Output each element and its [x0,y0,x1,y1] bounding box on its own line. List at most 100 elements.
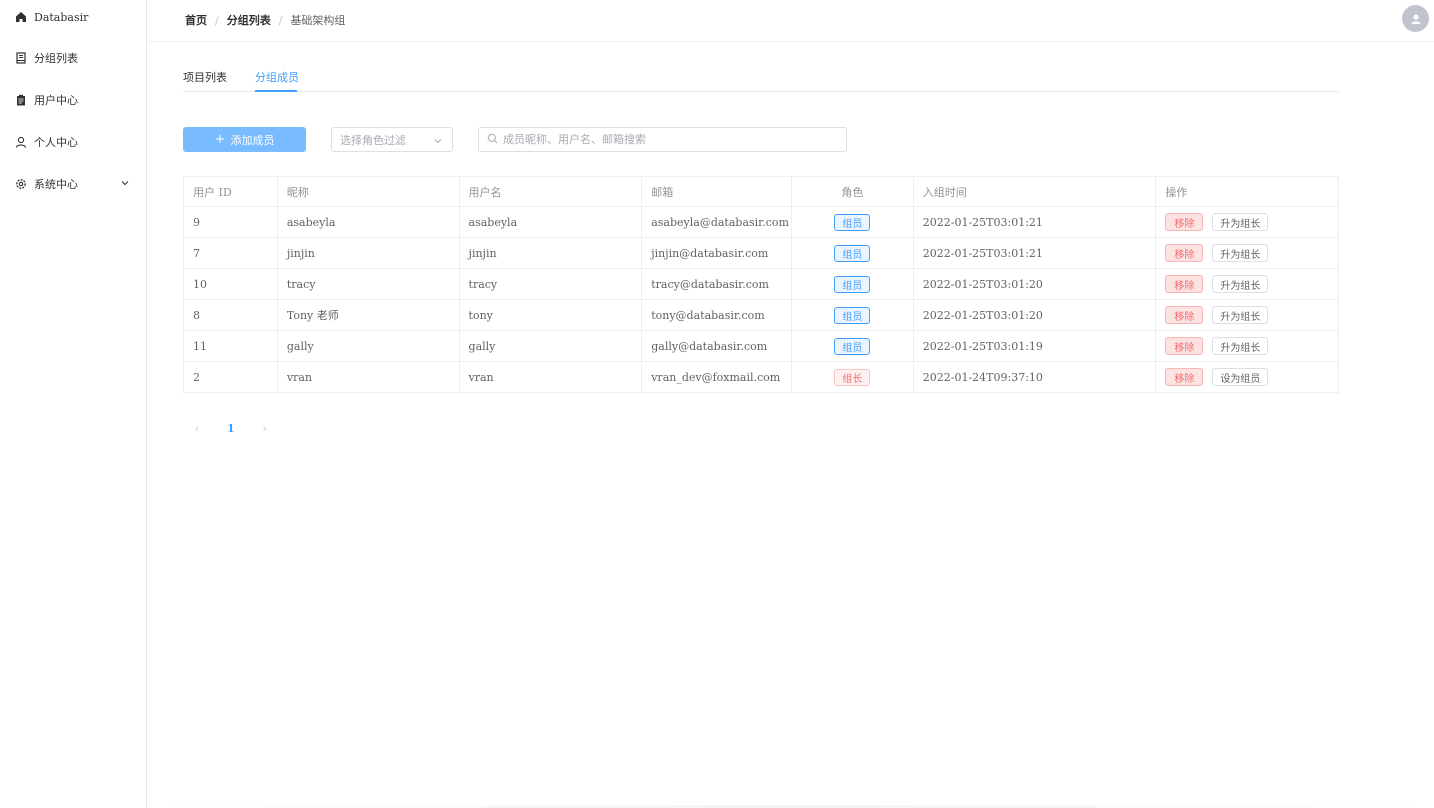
cell-email: tony@databasir.com [642,300,792,330]
change-role-button[interactable]: 升为组长 [1212,306,1269,324]
breadcrumb-home[interactable]: 首页 [185,12,207,28]
cell-user-id: 8 [184,300,278,330]
gear-icon [15,178,27,190]
plus-icon: + [214,132,226,147]
clipboard-icon [15,94,27,106]
tab-projects[interactable]: 项目列表 [183,69,227,85]
table-body: 9 asabeyla asabeyla asabeyla@databasir.com 组… [184,207,1338,393]
remove-member-button[interactable]: 移除 [1165,275,1204,293]
sidebar: Databasir 分组列表 用户中心 个人中心 系统中心 [0,0,147,808]
cell-actions: 移除 升为组长 [1156,269,1338,299]
cell-joined-time: 2022-01-25T03:01:20 [914,300,1157,330]
column-header-joined: 入组时间 [914,177,1157,206]
cell-username: tracy [460,269,643,299]
sidebar-item-users[interactable]: 用户中心 [0,80,146,120]
change-role-button[interactable]: 设为组员 [1212,368,1269,386]
table-row: 2 vran vran vran_dev@foxmail.com 组长 2022-01-2… [184,362,1338,393]
column-header-role: 角色 [792,177,914,206]
table-row: 9 asabeyla asabeyla asabeyla@databasir.com 组… [184,207,1338,238]
column-header-username: 用户名 [460,177,643,206]
change-role-button[interactable]: 升为组长 [1212,275,1269,293]
page-number-current[interactable]: 1 [227,422,235,435]
change-role-button[interactable]: 升为组长 [1212,337,1269,355]
cell-username: asabeyla [460,207,643,237]
sidebar-item-groups[interactable]: 分组列表 [0,38,146,78]
cell-nickname: gally [278,331,460,361]
cell-role: 组长 [792,362,914,392]
role-tag: 组员 [834,306,871,324]
cell-role: 组员 [792,207,914,237]
sidebar-item-label: Databasir [34,10,89,24]
cell-nickname: asabeyla [278,207,460,237]
cell-user-id: 11 [184,331,278,361]
role-tag: 组员 [834,213,871,231]
add-member-button[interactable]: + 添加成员 [183,127,306,152]
cell-joined-time: 2022-01-25T03:01:21 [914,238,1157,268]
column-header-email: 邮箱 [642,177,792,206]
tab-members[interactable]: 分组成员 [255,69,299,85]
next-page-button[interactable]: › [258,422,272,435]
member-search-box [478,127,847,152]
remove-member-button[interactable]: 移除 [1165,368,1204,386]
home-icon [15,11,27,23]
cell-email: vran_dev@foxmail.com [642,362,792,392]
cell-joined-time: 2022-01-25T03:01:21 [914,207,1157,237]
members-table: 用户 ID 昵称 用户名 邮箱 角色 入组时间 操作 9 asabeyla asab… [183,176,1339,393]
cell-email: jinjin@databasir.com [642,238,792,268]
role-tag: 组员 [834,337,871,355]
avatar[interactable] [1402,5,1429,32]
remove-member-button[interactable]: 移除 [1165,244,1204,262]
breadcrumb: 首页 / 分组列表 / 基础架构组 [185,12,345,28]
cell-user-id: 2 [184,362,278,392]
change-role-button[interactable]: 升为组长 [1212,244,1269,262]
remove-member-button[interactable]: 移除 [1165,337,1204,355]
cell-actions: 移除 设为组员 [1156,362,1338,392]
add-member-label: 添加成员 [230,133,275,147]
role-tag: 组员 [834,275,871,293]
remove-member-button[interactable]: 移除 [1165,213,1204,231]
remove-member-button[interactable]: 移除 [1165,306,1204,324]
breadcrumb-groups[interactable]: 分组列表 [227,12,271,28]
cell-actions: 移除 升为组长 [1156,238,1338,268]
table-row: 7 jinjin jinjin jinjin@databasir.com 组员 2022-… [184,238,1338,269]
breadcrumb-separator: / [215,13,219,27]
cell-email: asabeyla@databasir.com [642,207,792,237]
cell-username: jinjin [460,238,643,268]
user-avatar-icon [1411,13,1420,24]
cell-nickname: vran [278,362,460,392]
cell-nickname: tracy [278,269,460,299]
cell-email: tracy@databasir.com [642,269,792,299]
sidebar-item-system[interactable]: 系统中心 [0,164,146,204]
table-row: 10 tracy tracy tracy@databasir.com 组员 2022-01… [184,269,1338,300]
search-icon [487,133,498,147]
cell-actions: 移除 升为组长 [1156,300,1338,330]
cell-user-id: 7 [184,238,278,268]
member-search-input[interactable] [503,133,833,146]
role-tag: 组长 [834,368,871,386]
change-role-button[interactable]: 升为组长 [1212,213,1269,231]
cell-role: 组员 [792,269,914,299]
sidebar-item-label: 分组列表 [34,52,78,65]
breadcrumb-separator: / [278,13,283,27]
cell-user-id: 10 [184,269,278,299]
cell-role: 组员 [792,238,914,268]
role-tag: 组员 [834,244,871,262]
sidebar-item-label: 系统中心 [34,178,78,191]
cell-username: vran [460,362,643,392]
column-header-id: 用户 ID [184,177,278,206]
column-header-actions: 操作 [1165,185,1188,199]
cell-user-id: 9 [184,207,278,237]
active-tab-indicator [255,90,297,92]
sidebar-item-profile[interactable]: 个人中心 [0,122,146,162]
table-row: 8 Tony 老师 tony tony@databasir.com 组员 2022-01-… [184,300,1338,331]
cell-nickname: Tony 老师 [278,300,460,330]
cell-role: 组员 [792,300,914,330]
pagination: ‹ 1 › [190,420,272,436]
role-filter-select[interactable]: 选择角色过滤 [331,127,453,152]
breadcrumb-current: 基础架构组 [290,14,346,27]
prev-page-button[interactable]: ‹ [190,422,204,435]
cell-joined-time: 2022-01-25T03:01:19 [914,331,1157,361]
cell-joined-time: 2022-01-24T09:37:10 [914,362,1157,392]
sidebar-item-home[interactable]: Databasir [0,0,146,37]
column-header-nickname: 昵称 [278,177,460,206]
